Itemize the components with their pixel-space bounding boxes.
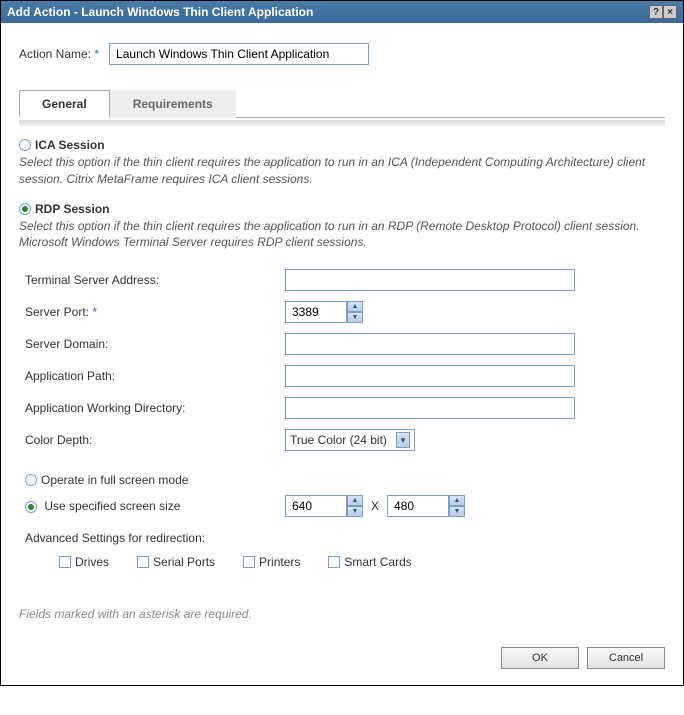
cancel-button[interactable]: Cancel bbox=[587, 647, 665, 669]
specified-radio[interactable] bbox=[25, 501, 37, 513]
app-workdir-label: Application Working Directory: bbox=[25, 401, 285, 415]
window-title: Add Action - Launch Windows Thin Client … bbox=[7, 5, 313, 19]
rdp-radio-row: RDP Session bbox=[19, 202, 665, 216]
app-path-label: Application Path: bbox=[25, 369, 285, 383]
app-path-input[interactable] bbox=[285, 365, 575, 387]
dialog-window: Add Action - Launch Windows Thin Client … bbox=[0, 0, 684, 686]
ica-option: ICA Session Select this option if the th… bbox=[19, 138, 665, 188]
x-separator: X bbox=[371, 499, 379, 513]
screen-mode-section: Operate in full screen mode Use specifie… bbox=[25, 473, 665, 517]
dialog-content: Action Name: * General Requirements ICA … bbox=[1, 23, 683, 685]
serial-ports-label: Serial Ports bbox=[153, 555, 215, 569]
action-name-label: Action Name: * bbox=[19, 47, 99, 61]
height-up-icon[interactable]: ▲ bbox=[449, 495, 465, 506]
footer-note: Fields marked with an asterisk are requi… bbox=[19, 607, 665, 621]
height-spinner: ▲ ▼ bbox=[387, 495, 465, 517]
color-depth-select[interactable]: True Color (24 bit) ▼ bbox=[285, 429, 415, 451]
rdp-form: Terminal Server Address: Server Port: * … bbox=[25, 269, 665, 451]
specified-label: Use specified screen size bbox=[44, 499, 180, 513]
tab-strip: General Requirements bbox=[19, 89, 665, 118]
server-port-input[interactable] bbox=[285, 301, 347, 323]
advanced-label: Advanced Settings for redirection: bbox=[25, 531, 665, 545]
action-name-input[interactable] bbox=[109, 43, 369, 65]
ica-radio-row: ICA Session bbox=[19, 138, 665, 152]
chevron-down-icon: ▼ bbox=[396, 432, 410, 448]
tab-general[interactable]: General bbox=[19, 90, 110, 118]
specified-size-row: Use specified screen size bbox=[25, 499, 285, 513]
app-workdir-input[interactable] bbox=[285, 397, 575, 419]
titlebar: Add Action - Launch Windows Thin Client … bbox=[1, 1, 683, 23]
ica-radio[interactable] bbox=[19, 139, 31, 151]
titlebar-buttons: ? × bbox=[649, 5, 677, 19]
fullscreen-label: Operate in full screen mode bbox=[41, 473, 188, 487]
rdp-description: Select this option if the thin client re… bbox=[19, 218, 665, 252]
color-depth-value: True Color (24 bit) bbox=[290, 433, 387, 447]
height-input[interactable] bbox=[387, 495, 449, 517]
printers-label: Printers bbox=[259, 555, 300, 569]
required-asterisk: * bbox=[92, 305, 97, 319]
tab-requirements[interactable]: Requirements bbox=[110, 90, 236, 118]
button-row: OK Cancel bbox=[19, 647, 665, 669]
terminal-server-input[interactable] bbox=[285, 269, 575, 291]
smart-cards-label: Smart Cards bbox=[344, 555, 411, 569]
tab-underline bbox=[19, 120, 665, 126]
advanced-checkboxes: Drives Serial Ports Printers Smart Cards bbox=[59, 555, 665, 569]
rdp-label: RDP Session bbox=[35, 202, 109, 216]
action-name-row: Action Name: * bbox=[19, 43, 665, 65]
drives-checkbox[interactable] bbox=[59, 556, 71, 568]
smart-cards-checkbox[interactable] bbox=[328, 556, 340, 568]
server-domain-label: Server Domain: bbox=[25, 337, 285, 351]
printers-checkbox[interactable] bbox=[243, 556, 255, 568]
rdp-option: RDP Session Select this option if the th… bbox=[19, 202, 665, 252]
server-port-spinner: ▲ ▼ bbox=[285, 301, 363, 323]
width-input[interactable] bbox=[285, 495, 347, 517]
width-spinner: ▲ ▼ bbox=[285, 495, 363, 517]
rdp-radio[interactable] bbox=[19, 203, 31, 215]
help-button[interactable]: ? bbox=[649, 5, 663, 19]
height-down-icon[interactable]: ▼ bbox=[449, 506, 465, 517]
fullscreen-radio[interactable] bbox=[25, 474, 37, 486]
ica-label: ICA Session bbox=[35, 138, 105, 152]
server-port-up-icon[interactable]: ▲ bbox=[347, 301, 363, 312]
drives-label: Drives bbox=[75, 555, 109, 569]
terminal-server-label: Terminal Server Address: bbox=[25, 273, 285, 287]
ok-button[interactable]: OK bbox=[501, 647, 579, 669]
ica-description: Select this option if the thin client re… bbox=[19, 154, 665, 188]
server-port-down-icon[interactable]: ▼ bbox=[347, 312, 363, 323]
width-down-icon[interactable]: ▼ bbox=[347, 506, 363, 517]
required-asterisk: * bbox=[94, 47, 99, 61]
width-up-icon[interactable]: ▲ bbox=[347, 495, 363, 506]
server-port-label: Server Port: * bbox=[25, 305, 285, 319]
server-domain-input[interactable] bbox=[285, 333, 575, 355]
close-button[interactable]: × bbox=[663, 5, 677, 19]
serial-ports-checkbox[interactable] bbox=[137, 556, 149, 568]
color-depth-label: Color Depth: bbox=[25, 433, 285, 447]
